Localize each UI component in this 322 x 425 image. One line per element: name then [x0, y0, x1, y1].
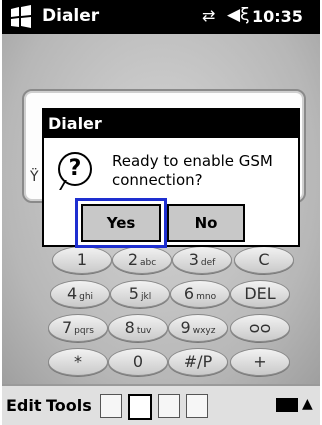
key-plus[interactable]: + [230, 348, 290, 376]
key-8[interactable]: 8 tuv [108, 314, 168, 342]
key-sub-label: abc [140, 258, 157, 268]
key-3[interactable]: 3 def [172, 246, 232, 274]
speed-dial-icon[interactable] [100, 394, 122, 418]
key-main-label: 6 [183, 284, 195, 303]
app-title: Dialer [42, 6, 100, 26]
keyboard-icon[interactable] [276, 398, 298, 412]
key-6[interactable]: 6 mno [170, 280, 230, 308]
key-sub-label: wxyz [192, 326, 216, 336]
key-main-label: + [253, 352, 267, 371]
connectivity-icon[interactable]: ⇄ [202, 6, 215, 25]
key-sub-label: ghi [79, 292, 94, 302]
top-status-bar: Dialer ⇄ ◀ξ 10:35 [2, 0, 320, 34]
input-panel-arrow-icon[interactable]: ▲ [302, 396, 313, 412]
key-0[interactable]: 0 [108, 348, 168, 376]
key-sub-label: jkl [140, 292, 152, 302]
key-del[interactable]: DEL [230, 280, 290, 308]
key-star[interactable]: * [48, 348, 108, 376]
voicemail-icon: ᴑᴑ [249, 318, 271, 337]
key-voicemail[interactable]: ᴑᴑ [230, 314, 290, 342]
clock-time[interactable]: 10:35 [252, 7, 303, 26]
signal-icon: Ÿ [30, 169, 39, 185]
key-main-label: 3 [188, 250, 199, 269]
key-main-label: 7 [61, 318, 73, 337]
phone-icon[interactable] [128, 394, 152, 420]
key-main-label: 8 [124, 318, 135, 337]
key-main-label: 1 [76, 250, 88, 269]
key-sub-label: def [200, 258, 216, 268]
edit-menu[interactable]: Edit [6, 396, 42, 415]
key-main-label: C [258, 250, 270, 269]
key-c[interactable]: C [234, 246, 294, 274]
tools-menu[interactable]: Tools [46, 396, 92, 415]
key-main-label: 0 [132, 352, 144, 371]
key-main-label: 4 [66, 284, 78, 303]
key-7[interactable]: 7 pqrs [48, 314, 108, 342]
contacts-icon[interactable] [186, 394, 208, 418]
key-sub-label: mno [196, 292, 217, 302]
key-main-label: DEL [244, 284, 276, 303]
key-main-label: 5 [128, 284, 139, 303]
key-9[interactable]: 9 wxyz [168, 314, 228, 342]
key-5[interactable]: 5 jkl [110, 280, 170, 308]
gsm-confirm-dialog: Dialer ? Ready to enable GSM connection?… [42, 108, 300, 248]
no-button[interactable]: No [167, 204, 245, 242]
windows-start-icon[interactable] [8, 5, 34, 29]
bottom-command-bar: Edit Tools ▲ [2, 384, 320, 425]
key-main-label: #/P [183, 352, 213, 371]
key-sub-label: tuv [136, 326, 152, 336]
screen: Dialer ⇄ ◀ξ 10:35 Ÿ 1 2 abc 3 def C 4 ghi 5… [2, 0, 320, 425]
call-history-icon[interactable] [158, 394, 180, 418]
key-1[interactable]: 1 [52, 246, 112, 274]
key-4[interactable]: 4 ghi [50, 280, 110, 308]
volume-icon[interactable]: ◀ξ [227, 5, 250, 25]
key-hash-pause[interactable]: #/P [168, 348, 228, 376]
key-sub-label: pqrs [74, 326, 94, 336]
key-main-label: * [74, 352, 82, 371]
key-main-label: 9 [180, 318, 191, 337]
dialog-message: Ready to enable GSM connection? [112, 152, 273, 189]
key-2[interactable]: 2 abc [112, 246, 172, 274]
dialog-title: Dialer [44, 110, 298, 138]
key-main-label: 2 [127, 250, 138, 269]
yes-button[interactable]: Yes [75, 198, 167, 248]
